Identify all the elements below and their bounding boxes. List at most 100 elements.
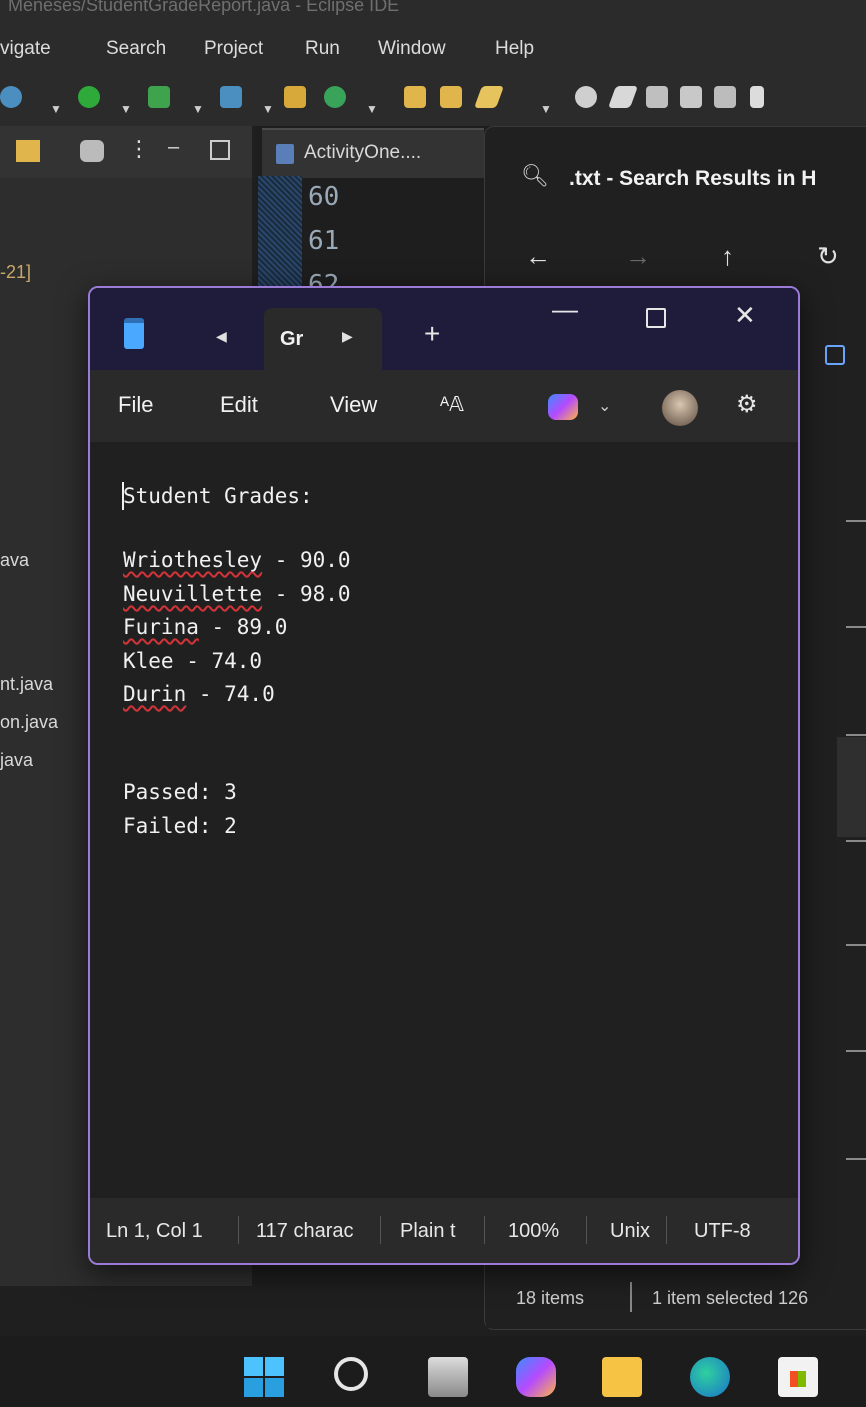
explorer-status-bar: 18 items 1 item selected 126 xyxy=(486,1270,866,1328)
notepad-tab-label: Gr xyxy=(280,328,304,350)
text-editor-area[interactable]: Student Grades: Wriothesley - 90.0 Neuvi… xyxy=(90,442,798,1198)
tree-item[interactable]: ava xyxy=(0,550,29,571)
new-tab-icon[interactable]: + xyxy=(424,318,440,350)
tree-item[interactable]: java xyxy=(0,750,33,771)
avatar[interactable] xyxy=(662,390,698,426)
menu-edit[interactable]: Edit xyxy=(220,392,258,418)
grade-value: - 74.0 xyxy=(186,682,275,706)
list-divider xyxy=(846,944,866,946)
text-line: Furina - 89.0 xyxy=(123,615,287,639)
back-icon[interactable]: ← xyxy=(525,241,551,272)
eclipse-menubar: vigate Search Project Run Window Help xyxy=(0,28,866,70)
scroll-tabs-right-icon[interactable]: ▶ xyxy=(342,328,353,345)
menu-search[interactable]: Search xyxy=(106,38,166,60)
encoding[interactable]: UTF-8 xyxy=(694,1220,751,1243)
task-view-icon[interactable] xyxy=(428,1357,468,1397)
text-line: Durin - 74.0 xyxy=(123,682,275,706)
mark-icon[interactable] xyxy=(646,86,668,108)
minimize-icon[interactable]: – xyxy=(168,136,179,159)
chevron-down-icon[interactable]: ▼ xyxy=(262,102,274,116)
forward-icon: → xyxy=(625,241,651,271)
run-icon[interactable] xyxy=(78,86,100,108)
chevron-down-icon[interactable]: ▼ xyxy=(50,102,62,116)
up-icon[interactable]: ↑ xyxy=(721,241,734,272)
menu-project[interactable]: Project xyxy=(204,38,263,60)
list-divider xyxy=(846,1050,866,1052)
chevron-down-icon[interactable]: ▼ xyxy=(192,102,204,116)
close-icon[interactable]: ✕ xyxy=(734,300,756,331)
menu-navigate[interactable]: vigate xyxy=(0,38,51,60)
line-number: 62 xyxy=(308,270,340,286)
link-icon[interactable] xyxy=(16,140,40,162)
menu-run[interactable]: Run xyxy=(305,38,340,60)
editor-tab[interactable]: ActivityOne.... xyxy=(262,128,484,178)
new-class-icon[interactable] xyxy=(324,86,346,108)
annotation-icon[interactable] xyxy=(575,86,597,108)
pilcrow-icon[interactable] xyxy=(750,86,764,108)
text-line: Wriothesley - 90.0 xyxy=(123,548,351,572)
zoom-level[interactable]: 100% xyxy=(508,1220,559,1243)
text-format[interactable]: Plain t xyxy=(400,1220,474,1243)
text-line: Neuvillette - 98.0 xyxy=(123,582,351,606)
list-divider xyxy=(846,626,866,628)
chevron-down-icon[interactable]: ▼ xyxy=(120,102,132,116)
copy-icon[interactable] xyxy=(825,345,845,365)
toggle-icon[interactable] xyxy=(714,86,736,108)
chevron-down-icon[interactable]: ▼ xyxy=(366,102,378,116)
refresh-icon[interactable]: ↻ xyxy=(817,241,839,272)
tree-item[interactable]: on.java xyxy=(0,712,58,733)
student-name: Klee xyxy=(123,649,174,673)
open-task-icon[interactable] xyxy=(440,86,462,108)
line-ending[interactable]: Unix xyxy=(610,1220,650,1243)
cursor-position[interactable]: Ln 1, Col 1 xyxy=(106,1220,203,1243)
notepad-tab[interactable]: Gr xyxy=(264,308,382,370)
new-package-icon[interactable] xyxy=(284,86,306,108)
explorer-tab-title[interactable]: .txt - Search Results in H xyxy=(569,167,816,191)
store-icon[interactable] xyxy=(778,1357,818,1397)
text-formatting-icon[interactable]: ᴬ𝔸 xyxy=(440,392,464,417)
list-divider xyxy=(846,1158,866,1160)
debug-icon[interactable] xyxy=(0,86,22,108)
edge-icon[interactable] xyxy=(690,1357,730,1397)
eclipse-toolbar: ▼ ▼ ▼ ▼ ▼ ▼ xyxy=(0,70,866,126)
menu-file[interactable]: File xyxy=(118,392,153,418)
scroll-thumb[interactable] xyxy=(837,737,866,837)
copilot-icon[interactable] xyxy=(516,1357,556,1397)
start-icon[interactable] xyxy=(244,1357,284,1397)
pen-icon[interactable] xyxy=(473,86,505,108)
selection-status: 1 item selected 126 xyxy=(652,1288,809,1308)
scroll-tabs-left-icon[interactable]: ◀ xyxy=(216,328,227,345)
notepad-titlebar[interactable]: ◀ Gr ▶ + — ✕ xyxy=(90,288,798,370)
open-type-icon[interactable] xyxy=(404,86,426,108)
file-explorer-icon[interactable] xyxy=(602,1357,642,1397)
maximize-icon[interactable] xyxy=(210,140,230,160)
tree-item[interactable]: -21] xyxy=(0,262,31,283)
notepad-window[interactable]: ◀ Gr ▶ + — ✕ File Edit View ᴬ𝔸 ⌄ ⚙ Stude… xyxy=(88,286,800,1265)
grade-value: - 74.0 xyxy=(173,649,263,673)
status-separator xyxy=(630,1282,632,1312)
chevron-down-icon[interactable]: ▼ xyxy=(540,102,552,116)
package-explorer-toolbar: ⋮ – xyxy=(0,126,252,178)
misspelled-word: Furina xyxy=(123,615,199,639)
menu-view[interactable]: View xyxy=(330,392,377,418)
menu-window[interactable]: Window xyxy=(378,38,446,60)
filter-icon[interactable] xyxy=(80,140,104,162)
status-separator xyxy=(484,1216,485,1244)
search-icon[interactable] xyxy=(334,1357,368,1391)
run-config-icon[interactable] xyxy=(148,86,170,108)
tree-item[interactable]: nt.java xyxy=(0,674,53,695)
status-separator xyxy=(238,1216,239,1244)
more-icon[interactable]: ⋮ xyxy=(128,136,150,162)
search-icon: 🔍︎ xyxy=(521,163,549,188)
edit-icon[interactable] xyxy=(607,86,639,108)
menu-help[interactable]: Help xyxy=(495,38,534,60)
coverage-icon[interactable] xyxy=(220,86,242,108)
minimize-icon[interactable]: — xyxy=(552,294,578,325)
notepad-menubar: File Edit View ᴬ𝔸 ⌄ ⚙ xyxy=(90,370,798,442)
copilot-icon[interactable] xyxy=(548,394,578,420)
text-line: Passed: 3 xyxy=(123,780,237,804)
show-icon[interactable] xyxy=(680,86,702,108)
chevron-down-icon[interactable]: ⌄ xyxy=(598,396,611,416)
settings-gear-icon[interactable]: ⚙ xyxy=(736,390,758,419)
maximize-icon[interactable] xyxy=(646,308,666,328)
